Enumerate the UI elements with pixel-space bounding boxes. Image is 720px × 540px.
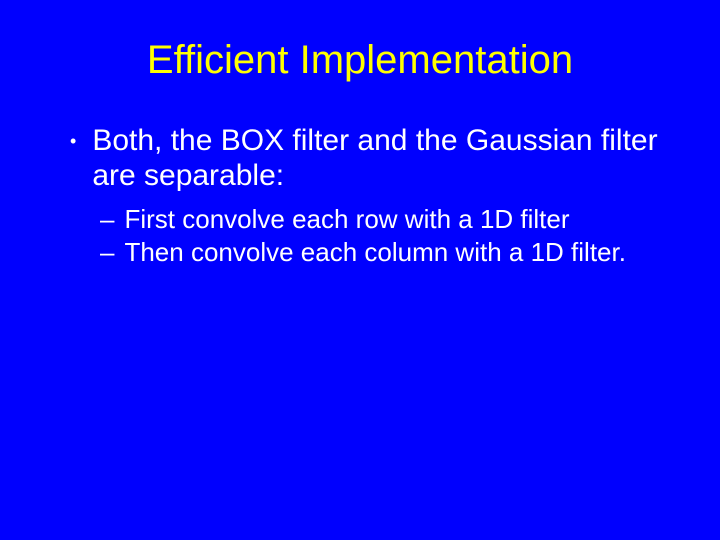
bullet-dash-icon: – bbox=[100, 204, 114, 235]
bullet-text: Both, the BOX filter and the Gaussian fi… bbox=[92, 123, 660, 194]
sub-bullet-text: First convolve each row with a 1D filter bbox=[124, 204, 660, 235]
bullet-level-2: – First convolve each row with a 1D filt… bbox=[100, 204, 660, 235]
slide-title: Efficient Implementation bbox=[60, 38, 660, 83]
slide: Efficient Implementation • Both, the BOX… bbox=[0, 0, 720, 540]
sub-bullet-text: Then convolve each column with a 1D filt… bbox=[124, 237, 660, 268]
bullet-dash-icon: – bbox=[100, 237, 114, 268]
bullet-level-2: – Then convolve each column with a 1D fi… bbox=[100, 237, 660, 268]
bullet-level-1: • Both, the BOX filter and the Gaussian … bbox=[70, 123, 660, 194]
bullet-dot-icon: • bbox=[70, 132, 76, 150]
sub-bullet-group: – First convolve each row with a 1D filt… bbox=[100, 204, 660, 268]
